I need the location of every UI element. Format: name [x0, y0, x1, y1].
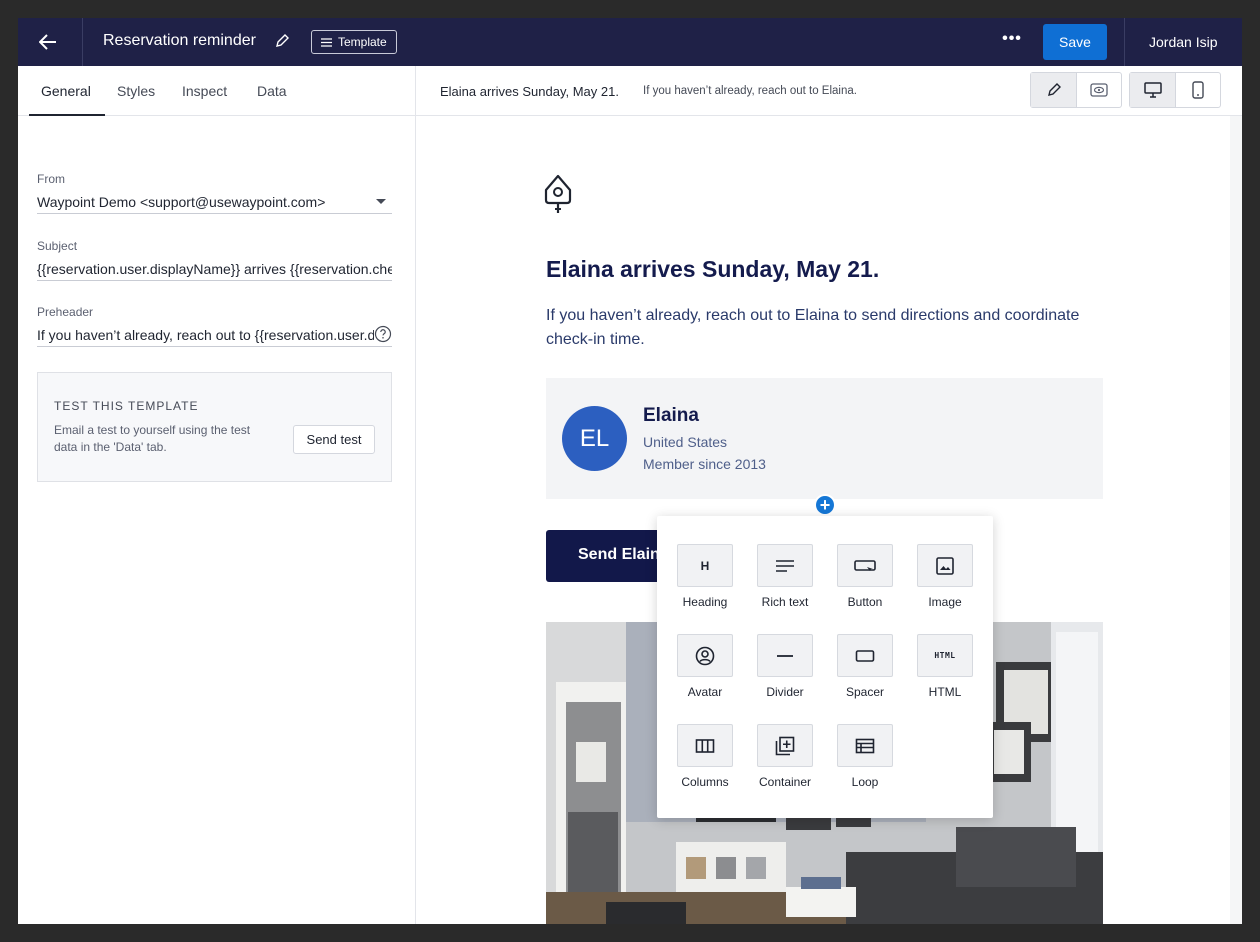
from-select[interactable]: Waypoint Demo <support@usewaypoint.com>	[37, 192, 392, 214]
save-button[interactable]: Save	[1043, 24, 1107, 60]
test-template-box: TEST THIS TEMPLATE Email a test to yours…	[37, 372, 392, 482]
member-since: Member since 2013	[643, 456, 766, 472]
add-block-menu: H Heading Rich text Button Image Avatar …	[657, 516, 993, 818]
inbox-preview-bar: Elaina arrives Sunday, May 21. If you ha…	[416, 66, 1242, 116]
template-badge: Template	[311, 30, 397, 54]
subject-field[interactable]: {{reservation.user.displayName}} arrives…	[37, 259, 392, 281]
app-window: Reservation reminder Template ••• Save J…	[18, 18, 1242, 924]
arrow-left-icon	[39, 34, 56, 50]
block-label: HTML	[928, 685, 962, 699]
email-body-text[interactable]: If you haven’t already, reach out to Ela…	[546, 304, 1116, 352]
more-menu-button[interactable]: •••	[996, 30, 1028, 54]
user-menu[interactable]: Jordan Isip	[1149, 34, 1217, 50]
template-title[interactable]: Reservation reminder	[103, 32, 256, 50]
block-avatar[interactable]: Avatar	[657, 634, 737, 708]
block-columns[interactable]: Columns	[657, 724, 737, 798]
back-button[interactable]	[28, 26, 68, 58]
button-icon	[837, 544, 893, 587]
desktop-icon	[1143, 82, 1162, 98]
divider-icon	[757, 634, 813, 677]
html-icon: HTML	[917, 634, 973, 677]
chevron-down-icon	[376, 199, 386, 204]
member-name: Elaina	[643, 405, 699, 426]
tab-styles[interactable]: Styles	[117, 83, 155, 99]
birdhouse-logo-icon[interactable]	[542, 172, 574, 223]
block-label: Loop	[851, 775, 879, 789]
device-toggle	[1129, 72, 1221, 108]
divider	[1124, 18, 1125, 66]
test-title: TEST THIS TEMPLATE	[54, 399, 199, 413]
mobile-icon	[1192, 81, 1204, 99]
rich-text-icon	[757, 544, 813, 587]
block-label: Image	[928, 595, 962, 609]
block-divider[interactable]: Divider	[737, 634, 817, 708]
block-heading[interactable]: H Heading	[657, 544, 737, 618]
block-html[interactable]: HTML HTML	[897, 634, 977, 708]
from-label: From	[37, 172, 65, 186]
add-block-button[interactable]: +	[814, 494, 836, 516]
tab-general[interactable]: General	[41, 83, 91, 99]
active-tab-indicator	[29, 114, 105, 116]
block-container[interactable]: Container	[737, 724, 817, 798]
edit-mode-button[interactable]	[1031, 73, 1076, 107]
block-rich-text[interactable]: Rich text	[737, 544, 817, 618]
eye-icon	[1090, 83, 1108, 97]
member-card[interactable]: EL Elaina United States Member since 201…	[546, 378, 1103, 499]
heading-icon: H	[677, 544, 733, 587]
preheader-label: Preheader	[37, 305, 94, 319]
divider	[82, 18, 83, 66]
help-icon[interactable]	[374, 325, 392, 343]
block-image[interactable]: Image	[897, 544, 977, 618]
pencil-icon	[1047, 83, 1061, 96]
preheader-field[interactable]: If you haven’t already, reach out to {{r…	[37, 325, 392, 347]
list-icon	[321, 37, 332, 47]
avatar-icon	[677, 634, 733, 677]
block-button[interactable]: Button	[817, 544, 897, 618]
tab-data[interactable]: Data	[257, 83, 287, 99]
edit-title-icon[interactable]	[274, 33, 292, 51]
container-icon	[757, 724, 813, 767]
top-bar: Reservation reminder Template ••• Save J…	[18, 18, 1242, 66]
settings-panel: General Styles Inspect Data From Waypoin…	[18, 66, 416, 924]
test-description: Email a test to yourself using the test …	[54, 423, 251, 454]
tab-inspect[interactable]: Inspect	[182, 83, 227, 99]
from-value: Waypoint Demo <support@usewaypoint.com>	[37, 194, 326, 210]
member-country: United States	[643, 434, 728, 450]
scrollbar[interactable]	[1230, 116, 1242, 924]
preheader-value: If you haven’t already, reach out to {{r…	[37, 327, 392, 343]
mode-toggle	[1030, 72, 1122, 108]
spacer-icon	[837, 634, 893, 677]
settings-tabs: General Styles Inspect Data	[18, 66, 416, 116]
preview-mode-button[interactable]	[1076, 73, 1121, 107]
subject-label: Subject	[37, 239, 78, 253]
avatar: EL	[562, 406, 627, 471]
preview-subject: Elaina arrives Sunday, May 21.	[440, 84, 619, 99]
mobile-view-button[interactable]	[1175, 73, 1220, 107]
template-badge-label: Template	[338, 35, 387, 49]
image-icon	[917, 544, 973, 587]
block-loop[interactable]: Loop	[817, 724, 897, 798]
send-test-button[interactable]: Send test	[293, 425, 375, 454]
desktop-view-button[interactable]	[1130, 73, 1175, 107]
loop-icon	[837, 724, 893, 767]
columns-icon	[677, 724, 733, 767]
preview-preheader: If you haven’t already, reach out to Ela…	[643, 85, 857, 97]
block-spacer[interactable]: Spacer	[817, 634, 897, 708]
email-heading[interactable]: Elaina arrives Sunday, May 21.	[546, 256, 879, 283]
